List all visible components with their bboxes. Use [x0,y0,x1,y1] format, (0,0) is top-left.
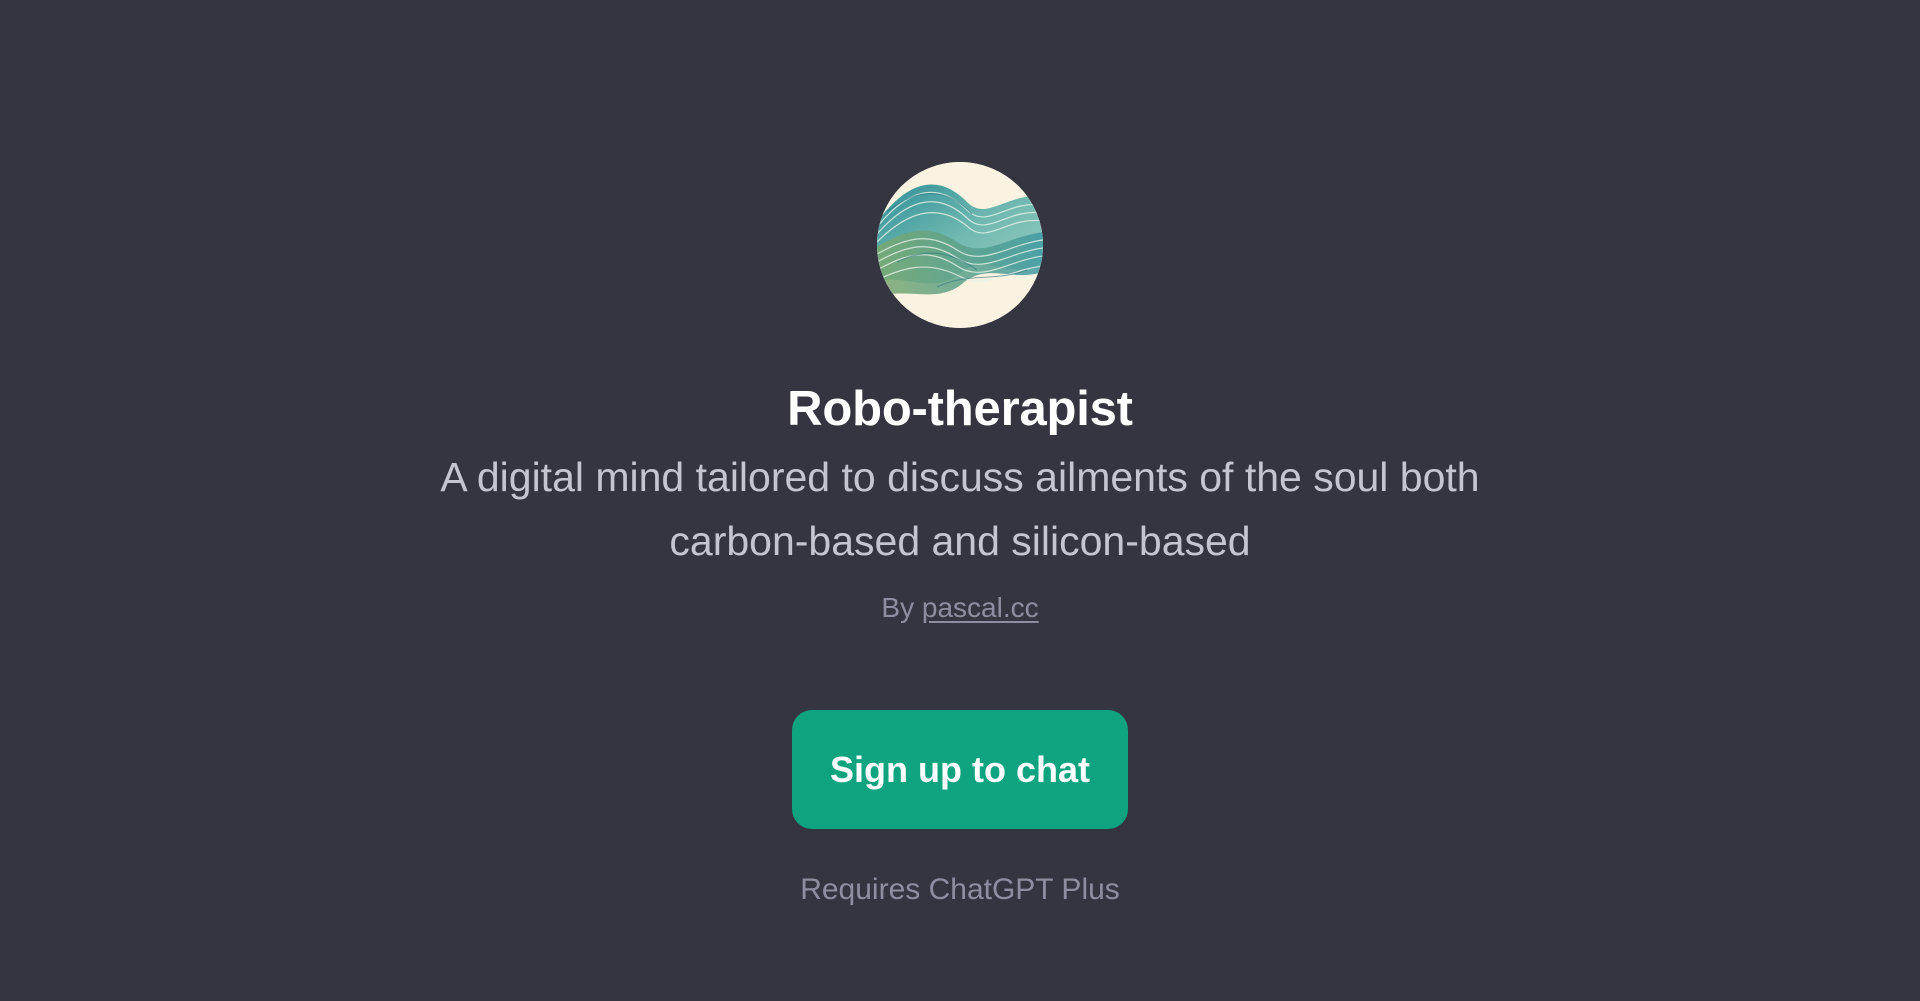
gpt-title: Robo-therapist [787,382,1133,436]
sign-up-to-chat-button[interactable]: Sign up to chat [792,710,1128,829]
author-byline: By pascal.cc [0,588,1920,628]
gpt-landing-page: Robo-therapist A digital mind tailored t… [0,0,1920,1001]
byline-prefix: By [881,592,915,623]
abstract-wave-avatar-icon [877,162,1043,328]
author-link[interactable]: pascal.cc [922,592,1039,623]
requirement-note: Requires ChatGPT Plus [800,873,1120,906]
gpt-description: A digital mind tailored to discuss ailme… [440,454,1480,564]
